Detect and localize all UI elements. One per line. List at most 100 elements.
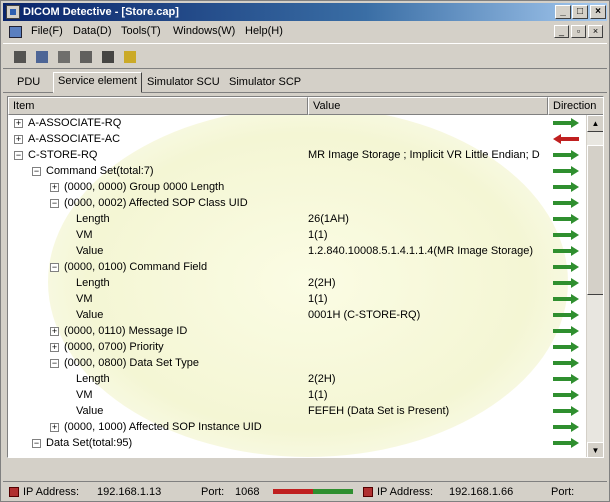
outgoing-arrow-icon — [553, 214, 579, 224]
tree-row[interactable]: Length 2(2H) — [8, 371, 588, 387]
help-icon[interactable] — [121, 48, 139, 66]
tree-item-label: VM — [76, 389, 93, 401]
tree-row[interactable]: − Data Set(total:95) — [8, 435, 588, 451]
tree-row[interactable]: − (0000, 0100) Command Field — [8, 259, 588, 275]
tree-row[interactable]: + A-ASSOCIATE-RQ — [8, 115, 588, 131]
column-direction[interactable]: Direction — [548, 97, 603, 115]
maximize-button[interactable]: □ — [572, 5, 588, 19]
child-minimize-button[interactable]: _ — [554, 25, 569, 38]
vertical-scrollbar[interactable]: ▲ ▼ — [586, 115, 603, 457]
outgoing-arrow-icon — [553, 406, 579, 416]
tree-row[interactable]: Length 26(1AH) — [8, 211, 588, 227]
tree-row[interactable]: − Command Set(total:7) — [8, 163, 588, 179]
collapse-icon[interactable]: − — [50, 199, 59, 208]
collapse-icon[interactable]: − — [14, 151, 23, 160]
save-icon[interactable] — [33, 48, 51, 66]
tree-row[interactable]: + (0000, 0000) Group 0000 Length — [8, 179, 588, 195]
tree-item-label: C-STORE-RQ — [28, 149, 98, 161]
tree-row[interactable]: + A-ASSOCIATE-AC — [8, 131, 588, 147]
status-bar: IP Address: 192.168.1.13 Port: 1068 IP A… — [3, 481, 607, 501]
tab-pdu[interactable]: PDU — [13, 74, 44, 92]
scroll-up-button[interactable]: ▲ — [587, 115, 603, 132]
menu-bar: File(F) Data(D) Tools(T) Windows(W) Help… — [3, 22, 607, 42]
tree-row[interactable]: VM 1(1) — [8, 387, 588, 403]
open-icon[interactable] — [11, 48, 29, 66]
expand-icon[interactable]: + — [50, 327, 59, 336]
tree-item-value — [308, 355, 548, 371]
tree-row[interactable]: − (0000, 0002) Affected SOP Class UID — [8, 195, 588, 211]
outgoing-arrow-icon — [553, 310, 579, 320]
tree-item-label: Value — [76, 309, 104, 321]
tree-item-label: VM — [76, 293, 93, 305]
toolbar — [3, 43, 607, 69]
menu-tools[interactable]: Tools(T) — [121, 25, 161, 37]
tab-simulator-scp[interactable]: Simulator SCP — [225, 74, 305, 92]
column-header: Item Value Direction — [8, 97, 603, 115]
tree-item-label: (0000, 0002) Affected SOP Class UID — [64, 197, 248, 209]
tree-row[interactable]: Length 2(2H) — [8, 275, 588, 291]
collapse-icon[interactable]: − — [32, 167, 41, 176]
scroll-down-button[interactable]: ▼ — [587, 442, 603, 457]
tree-item-label: (0000, 0110) Message ID — [64, 325, 188, 337]
scroll-thumb[interactable] — [587, 145, 603, 295]
menu-file[interactable]: File(F) — [31, 25, 63, 37]
outgoing-arrow-icon — [553, 342, 579, 352]
tree-item-value: MR Image Storage ; Implicit VR Little En… — [308, 149, 540, 161]
tree-row[interactable]: + (0000, 0110) Message ID — [8, 323, 588, 339]
tree-row[interactable]: Value 1.2.840.10008.5.1.4.1.1.4(MR Image … — [8, 243, 588, 259]
tree-item-label: (0000, 1000) Affected SOP Instance UID — [64, 421, 262, 433]
menu-data[interactable]: Data(D) — [73, 25, 112, 37]
outgoing-arrow-icon — [553, 230, 579, 240]
tree-row[interactable]: Value 0001H (C-STORE-RQ) — [8, 307, 588, 323]
tree-row[interactable]: − C-STORE-RQ MR Image Storage ; Implicit V… — [8, 147, 588, 163]
expand-icon[interactable]: + — [50, 423, 59, 432]
remote-ip-value: 192.168.1.66 — [449, 486, 514, 498]
menu-help[interactable]: Help(H) — [245, 25, 283, 37]
tree-item-value: 0001H (C-STORE-RQ) — [308, 309, 421, 321]
tree-item-value: FEFEH (Data Set is Present) — [308, 405, 450, 417]
outgoing-arrow-icon — [553, 438, 579, 448]
minimize-button[interactable]: _ — [555, 5, 571, 19]
arrow-icon[interactable] — [99, 48, 117, 66]
tree-row[interactable]: VM 1(1) — [8, 227, 588, 243]
tree-item-value — [308, 419, 548, 435]
document-icon[interactable] — [55, 48, 73, 66]
connect-icon[interactable] — [77, 48, 95, 66]
expand-icon[interactable]: + — [50, 183, 59, 192]
close-button[interactable]: × — [590, 5, 606, 19]
outgoing-arrow-icon — [553, 118, 579, 128]
child-restore-button[interactable]: ▫ — [571, 25, 586, 38]
tree-item-label: Command Set(total:7) — [46, 165, 154, 177]
collapse-icon[interactable]: − — [32, 439, 41, 448]
title-bar[interactable]: DICOM Detective - [Store.cap] _ □ × — [3, 3, 607, 21]
tree-item-label: VM — [76, 229, 93, 241]
connection-indicator — [273, 489, 353, 494]
tree-row[interactable]: Value FEFEH (Data Set is Present) — [8, 403, 588, 419]
expand-icon[interactable]: + — [50, 343, 59, 352]
tree-row[interactable]: − (0000, 0800) Data Set Type — [8, 355, 588, 371]
collapse-icon[interactable]: − — [50, 359, 59, 368]
tree-row[interactable]: VM 1(1) — [8, 291, 588, 307]
column-item[interactable]: Item — [8, 97, 308, 115]
menu-windows[interactable]: Windows(W) — [173, 25, 235, 37]
tab-service-element[interactable]: Service element — [53, 72, 142, 93]
outgoing-arrow-icon — [553, 262, 579, 272]
tree-item-value — [308, 435, 548, 451]
column-value[interactable]: Value — [308, 97, 548, 115]
outgoing-arrow-icon — [553, 246, 579, 256]
tree-item-label: Value — [76, 405, 104, 417]
outgoing-arrow-icon — [553, 374, 579, 384]
expand-icon[interactable]: + — [14, 119, 23, 128]
tree-row[interactable]: + (0000, 0700) Priority — [8, 339, 588, 355]
document-icon[interactable] — [9, 26, 22, 38]
remote-ip-label: IP Address: — [377, 486, 434, 498]
child-close-button[interactable]: × — [588, 25, 603, 38]
tree-item-label: (0000, 0100) Command Field — [64, 261, 208, 273]
tab-simulator-scu[interactable]: Simulator SCU — [143, 74, 224, 92]
tree-item-value: 1(1) — [308, 229, 328, 241]
tree-row[interactable]: + (0000, 1000) Affected SOP Instance UID — [8, 419, 588, 435]
collapse-icon[interactable]: − — [50, 263, 59, 272]
tree-item-value: 1(1) — [308, 389, 328, 401]
expand-icon[interactable]: + — [14, 135, 23, 144]
tree-item-value: 1.2.840.10008.5.1.4.1.1.4(MR Image Stora… — [308, 245, 534, 257]
